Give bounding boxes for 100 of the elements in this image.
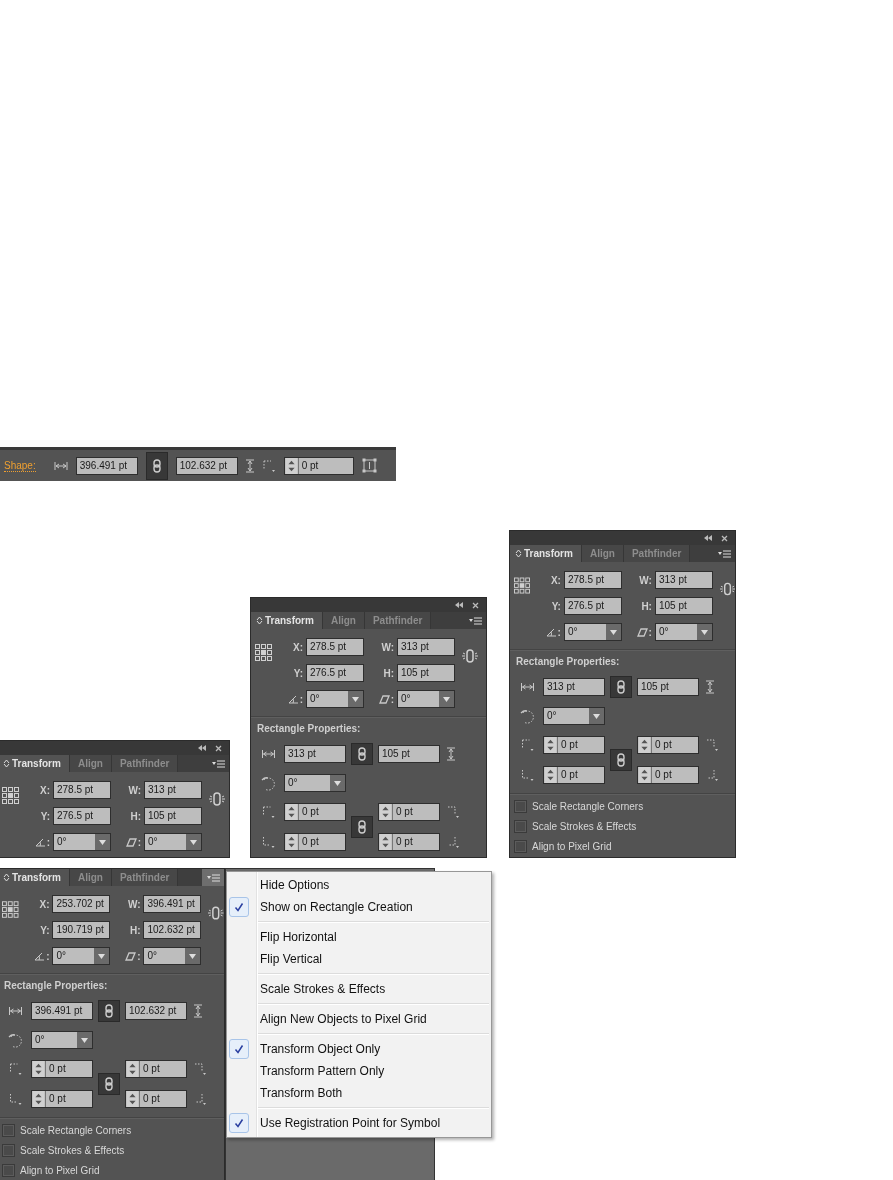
spinner-icon[interactable] (544, 767, 558, 783)
link-button[interactable] (145, 451, 168, 480)
spinner-icon[interactable] (285, 804, 299, 820)
corner-radius-field[interactable]: 0 pt (378, 803, 440, 821)
checkbox[interactable] (2, 1143, 15, 1157)
corner-radius-field[interactable]: 0 pt (637, 766, 699, 784)
dropdown[interactable]: 0° (543, 707, 605, 725)
number-field[interactable]: 253.702 pt (52, 895, 111, 913)
corner-radius-field[interactable]: 0 pt (31, 1090, 93, 1108)
number-field[interactable]: 313 pt (654, 571, 713, 589)
menu-item[interactable]: Flip Vertical (227, 948, 491, 970)
spinner-icon[interactable] (285, 834, 299, 850)
number-field[interactable]: 313 pt (144, 781, 202, 799)
link-button[interactable] (610, 676, 632, 698)
width-field[interactable]: 396.491 pt (31, 1002, 93, 1020)
dropdown[interactable]: 0° (144, 833, 202, 851)
spinner-icon[interactable] (379, 804, 393, 820)
dropdown[interactable]: 0° (306, 690, 364, 708)
dropdown[interactable]: 0° (52, 947, 111, 965)
broken-link-icon[interactable] (462, 648, 478, 664)
close-icon[interactable] (721, 534, 728, 542)
checkbox[interactable] (514, 819, 527, 833)
menu-item[interactable]: Flip Horizontal (227, 926, 491, 948)
spinner-icon[interactable] (126, 1091, 140, 1107)
reference-point-icon[interactable] (255, 644, 273, 662)
dropdown[interactable]: 0° (31, 1031, 93, 1049)
corner-radius-field[interactable]: 0 pt (284, 803, 346, 821)
panel-tab[interactable]: Transform (251, 612, 323, 629)
number-field[interactable]: 278.5 pt (53, 781, 111, 799)
dropdown[interactable]: 0° (53, 833, 111, 851)
spinner-icon[interactable] (544, 737, 558, 753)
checkbox[interactable] (2, 1123, 15, 1137)
corner-radius-field[interactable]: 0 pt (543, 736, 605, 754)
broken-link-icon[interactable] (719, 581, 735, 597)
menu-item[interactable]: Align New Objects to Pixel Grid (227, 1008, 491, 1030)
corner-radius-field[interactable]: 0 pt (125, 1060, 187, 1078)
menu-item[interactable]: Transform Object Only (227, 1038, 491, 1060)
height-field[interactable]: 102.632 pt (125, 1002, 187, 1020)
spinner-icon[interactable] (32, 1061, 46, 1077)
spinner-icon[interactable] (638, 737, 652, 753)
number-field[interactable]: 278.5 pt (563, 571, 622, 589)
dropdown[interactable]: 0° (143, 947, 202, 965)
number-field[interactable]: 105 pt (397, 664, 455, 682)
panel-tab[interactable]: Transform (0, 755, 70, 772)
width-field[interactable]: 313 pt (284, 745, 346, 763)
corner-radius-field[interactable]: 0 pt (543, 766, 605, 784)
number-field[interactable]: 276.5 pt (53, 807, 111, 825)
dropdown[interactable]: 0° (563, 623, 622, 641)
panel-tab[interactable]: Transform (510, 545, 582, 562)
number-field[interactable]: 190.719 pt (52, 921, 111, 939)
collapse-icon[interactable] (455, 602, 463, 608)
menu-item[interactable]: Use Registration Point for Symbol (227, 1112, 491, 1134)
number-field[interactable]: 105 pt (654, 597, 713, 615)
height-field[interactable]: 105 pt (378, 745, 440, 763)
shape-link[interactable]: Shape: (4, 459, 36, 472)
menu-item[interactable]: Scale Strokes & Effects (227, 978, 491, 1000)
number-field[interactable]: 396.491 pt (143, 895, 202, 913)
broken-link-icon[interactable] (209, 791, 225, 807)
menu-item[interactable]: Show on Rectangle Creation (227, 896, 491, 918)
corner-radius-field[interactable]: 0 pt (637, 736, 699, 754)
number-field[interactable]: 313 pt (397, 638, 455, 656)
spinner-icon[interactable] (284, 457, 299, 474)
broken-link-icon[interactable] (208, 905, 224, 921)
menu-item[interactable]: Transform Pattern Only (227, 1060, 491, 1082)
checkbox[interactable] (514, 839, 527, 853)
width-field[interactable]: 396.491 pt (75, 456, 138, 475)
link-button[interactable] (351, 816, 373, 838)
collapse-icon[interactable] (704, 535, 712, 541)
close-icon[interactable] (215, 744, 222, 752)
collapse-icon[interactable] (198, 745, 206, 751)
transform-icon[interactable] (361, 458, 377, 473)
dropdown[interactable]: 0° (397, 690, 455, 708)
corner-radius-field[interactable]: 0 pt (125, 1090, 187, 1108)
link-button[interactable] (98, 1073, 120, 1095)
menu-item[interactable]: Transform Both (227, 1082, 491, 1104)
reference-point-icon[interactable] (514, 577, 531, 595)
corner-radius-field[interactable]: 0 pt (283, 456, 354, 475)
checkbox[interactable] (2, 1163, 15, 1177)
dropdown[interactable]: 0° (284, 774, 346, 792)
height-field[interactable]: 105 pt (637, 678, 699, 696)
link-button[interactable] (98, 1000, 120, 1022)
reference-point-icon[interactable] (2, 787, 20, 805)
number-field[interactable]: 276.5 pt (563, 597, 622, 615)
menu-item[interactable]: Hide Options (227, 874, 491, 896)
height-field[interactable]: 102.632 pt (175, 456, 238, 475)
checkbox[interactable] (514, 799, 527, 813)
link-button[interactable] (351, 743, 373, 765)
spinner-icon[interactable] (32, 1091, 46, 1107)
reference-point-icon[interactable] (2, 901, 20, 919)
number-field[interactable]: 102.632 pt (143, 921, 202, 939)
close-icon[interactable] (472, 601, 479, 609)
width-field[interactable]: 313 pt (543, 678, 605, 696)
number-field[interactable]: 105 pt (144, 807, 202, 825)
corner-radius-field[interactable]: 0 pt (31, 1060, 93, 1078)
spinner-icon[interactable] (126, 1061, 140, 1077)
link-button[interactable] (610, 749, 632, 771)
number-field[interactable]: 276.5 pt (306, 664, 364, 682)
corner-radius-field[interactable]: 0 pt (378, 833, 440, 851)
spinner-icon[interactable] (379, 834, 393, 850)
corner-radius-field[interactable]: 0 pt (284, 833, 346, 851)
